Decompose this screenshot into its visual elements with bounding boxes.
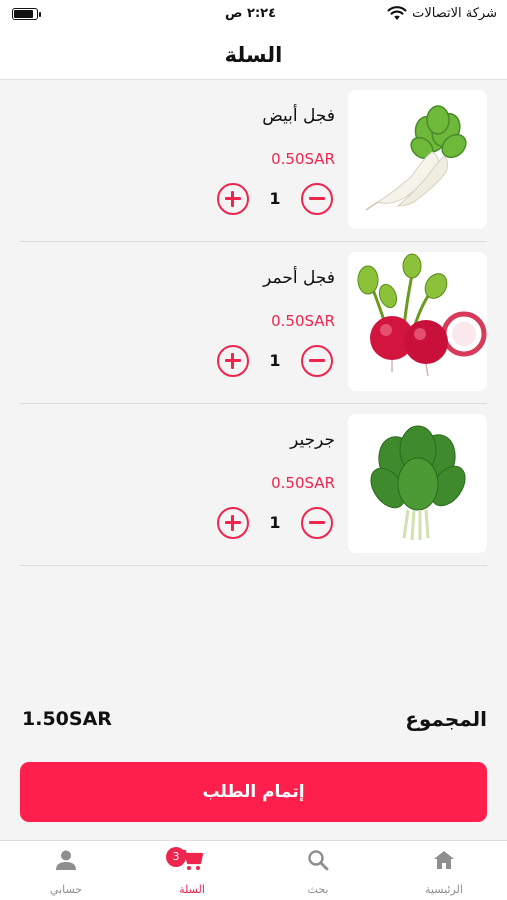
tab-bar: الرئيسية بحث 3 السلة حسابي (0, 840, 507, 900)
total-value: 1.50SAR (22, 708, 112, 730)
tab-label: الرئيسية (425, 883, 463, 896)
item-price: 0.50SAR (271, 312, 335, 330)
header: السلة (0, 30, 507, 80)
tab-label: بحث (307, 883, 329, 896)
tab-home[interactable]: الرئيسية (381, 841, 507, 900)
total-label: المجموع (405, 707, 487, 731)
plus-circle-icon[interactable] (217, 345, 249, 377)
status-bar: شركة الاتصالات ٢:٢٤ ص (0, 0, 507, 30)
page-title: السلة (224, 42, 283, 67)
search-icon (308, 850, 329, 871)
quantity-value: 1 (269, 189, 281, 208)
plus-circle-icon[interactable] (217, 183, 249, 215)
user-icon (56, 850, 76, 870)
item-name: فجل أبيض (262, 106, 335, 126)
wifi-icon (387, 6, 407, 20)
item-name: فجل أحمر (263, 268, 335, 288)
minus-circle-icon[interactable] (301, 183, 333, 215)
cart-item: فجل أبيض 0.50SAR 1 (20, 80, 487, 242)
tab-cart[interactable]: 3 السلة (129, 841, 255, 900)
tab-label: السلة (179, 883, 205, 896)
home-icon (434, 851, 454, 869)
plus-circle-icon[interactable] (217, 507, 249, 539)
item-name: جرجير (290, 430, 335, 450)
cart-item: جرجير 0.50SAR 1 (20, 404, 487, 566)
arugula-image (348, 414, 487, 553)
cart-item: فجل أحمر 0.50SAR 1 (20, 242, 487, 404)
red-radish-image (348, 252, 487, 391)
checkout-button[interactable]: إتمام الطلب (20, 762, 487, 822)
minus-circle-icon[interactable] (301, 507, 333, 539)
clock: ٢:٢٤ ص (225, 6, 277, 21)
white-radish-image (348, 90, 487, 229)
battery-icon (12, 8, 41, 20)
tab-account[interactable]: حسابي (3, 841, 129, 900)
item-price: 0.50SAR (271, 150, 335, 168)
tab-search[interactable]: بحث (255, 841, 381, 900)
minus-circle-icon[interactable] (301, 345, 333, 377)
item-price: 0.50SAR (271, 474, 335, 492)
carrier-name: شركة الاتصالات (412, 6, 497, 21)
quantity-value: 1 (269, 351, 281, 370)
tab-label: حسابي (49, 883, 83, 896)
cart-count-badge: 3 (166, 847, 186, 867)
quantity-value: 1 (269, 513, 281, 532)
